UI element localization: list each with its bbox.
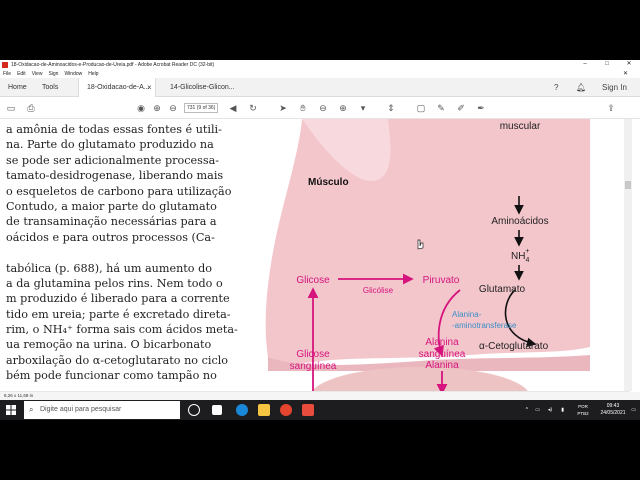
menu-help[interactable]: Help xyxy=(88,71,98,77)
label-glutamato: Glutamato xyxy=(479,284,526,295)
tab-close-icon[interactable]: × xyxy=(147,78,152,97)
draw-icon[interactable]: ✐ xyxy=(454,101,468,115)
window-title: 18-Oxidacao-de-Aminoacidos-e-Producao-de… xyxy=(11,61,215,68)
menu-edit[interactable]: Edit xyxy=(17,71,26,77)
clock-date: 24/05/2021 xyxy=(600,410,626,416)
notifications-icon[interactable]: 🔔︎ xyxy=(576,78,586,97)
language-indicator[interactable]: POR PTB2 xyxy=(576,403,590,417)
menu-view[interactable]: View xyxy=(32,71,43,77)
tab-document-14[interactable]: 14-Glicolise-Glicon... xyxy=(162,78,240,97)
task-view-icon[interactable] xyxy=(212,405,222,415)
fit-page-icon[interactable]: ⇕ xyxy=(384,101,398,115)
status-bar: 8,26 x 11,69 in xyxy=(0,392,640,400)
acrobat-icon xyxy=(2,61,8,68)
select-cursor-icon[interactable]: ➤ xyxy=(276,101,290,115)
tab-document-18[interactable]: 18-Oxidacao-de-A... xyxy=(78,78,156,97)
language-code: POR xyxy=(578,404,588,409)
toolbar: ▭ ⎙ ◉ ⊕ ⊖ 731 (9 of 36) ◀ ↻ ➤ ✋︎ ⊖ ⊕ ▾ ⇕… xyxy=(0,97,640,119)
glucose-alanine-cycle-figure: muscular Aminoácidos NH4+ Músculo Glicos… xyxy=(265,119,590,391)
rotate-icon[interactable]: ↻ xyxy=(246,101,260,115)
label-enzima-2: -aminotransferase xyxy=(452,321,517,330)
zoom-in-icon[interactable]: ⊕ xyxy=(336,101,350,115)
menu-file[interactable]: File xyxy=(3,71,11,77)
close-document-icon[interactable]: ✕ xyxy=(623,70,628,77)
zoom-menu-icon[interactable]: ▾ xyxy=(356,101,370,115)
tab-home[interactable]: Home xyxy=(0,78,36,97)
label-cetoglutarato: α-Cetoglutarato xyxy=(479,341,549,352)
hand-tool-icon[interactable]: ✋︎ xyxy=(296,101,310,115)
page-down-icon[interactable]: ⊖ xyxy=(166,101,180,115)
show-hidden-icons-icon[interactable]: ^ xyxy=(526,400,528,420)
notification-center-icon[interactable]: ▭ xyxy=(631,400,636,420)
zoom-out-icon[interactable]: ⊖ xyxy=(316,101,330,115)
clock-time: 09:43 xyxy=(606,403,620,409)
page-up-icon[interactable]: ⊕ xyxy=(150,101,164,115)
label-aminoacidos: Aminoácidos xyxy=(491,216,548,227)
title-bar: 18-Oxidacao-de-Aminoacidos-e-Producao-de… xyxy=(0,60,640,69)
label-piruvato: Piruvato xyxy=(423,275,460,286)
label-alanina: Alanina xyxy=(425,360,459,371)
label-musculo: Músculo xyxy=(308,177,349,188)
document-viewport[interactable]: a amônia de todas essas fontes é utili- … xyxy=(0,119,630,391)
search-icon: ⌕ xyxy=(29,405,34,414)
acrobat-taskbar-icon[interactable] xyxy=(302,404,314,416)
keyboard-layout: PTB2 xyxy=(577,411,589,416)
page-count: (9 of 36) xyxy=(196,105,216,111)
page-size-label: 8,26 x 11,69 in xyxy=(4,393,34,398)
muscle-shape xyxy=(265,119,590,364)
battery-icon[interactable]: ▮ xyxy=(561,400,564,420)
network-icon[interactable]: ▭ xyxy=(535,400,540,420)
taskbar-search[interactable]: ⌕ Digite aqui para pesquisar xyxy=(24,401,180,419)
clock[interactable]: 09:43 24/05/2021 xyxy=(600,403,626,417)
sign-in-button[interactable]: Sign In xyxy=(602,78,627,97)
save-icon[interactable]: ▭ xyxy=(4,101,18,115)
label-glicolise: Glicólise xyxy=(363,286,394,295)
taskbar: ⌕ Digite aqui para pesquisar ^ ▭ ◂) ▮ PO… xyxy=(0,400,640,420)
fill-sign-icon[interactable]: ✒ xyxy=(474,101,488,115)
cortana-icon[interactable] xyxy=(188,404,200,416)
tab-tools[interactable]: Tools xyxy=(34,78,70,97)
windows-start-icon[interactable] xyxy=(6,405,16,415)
help-icon[interactable]: ? xyxy=(554,78,558,97)
maximize-button[interactable]: □ xyxy=(600,60,614,69)
taskbar-search-placeholder: Digite aqui para pesquisar xyxy=(40,406,122,413)
volume-icon[interactable]: ◂) xyxy=(548,400,552,420)
tab-document-18-label: 18-Oxidacao-de-A... xyxy=(87,84,150,91)
previous-view-icon[interactable]: ◀ xyxy=(226,101,240,115)
vertical-scrollbar[interactable] xyxy=(624,119,632,391)
label-enzima-1: Alanina- xyxy=(452,310,482,319)
highlight-icon[interactable]: ✎ xyxy=(434,101,448,115)
screen: 18-Oxidacao-de-Aminoacidos-e-Producao-de… xyxy=(0,60,640,420)
page-number-value: 731 xyxy=(187,105,196,111)
label-muscular: muscular xyxy=(500,121,541,132)
share-icon[interactable]: ⇪ xyxy=(604,101,618,115)
chrome-icon[interactable] xyxy=(280,404,292,416)
file-explorer-icon[interactable] xyxy=(258,404,270,416)
scrollbar-thumb[interactable] xyxy=(625,181,631,189)
page-number-field[interactable]: 731 (9 of 36) xyxy=(184,103,218,113)
edge-icon[interactable] xyxy=(236,404,248,416)
menu-sign[interactable]: Sign xyxy=(48,71,58,77)
menu-window[interactable]: Window xyxy=(64,71,82,77)
print-icon[interactable]: ⎙ xyxy=(24,101,38,115)
close-button[interactable]: ✕ xyxy=(622,60,636,69)
menu-bar: File Edit View Sign Window Help ✕ xyxy=(0,69,640,78)
comment-icon[interactable]: ▢ xyxy=(414,101,428,115)
label-glicose: Glicose xyxy=(296,275,330,286)
tab-bar: Home Tools 18-Oxidacao-de-A... × 14-Glic… xyxy=(0,78,640,97)
minimize-button[interactable]: – xyxy=(578,60,592,69)
screenshot-icon[interactable]: ◉ xyxy=(134,101,148,115)
